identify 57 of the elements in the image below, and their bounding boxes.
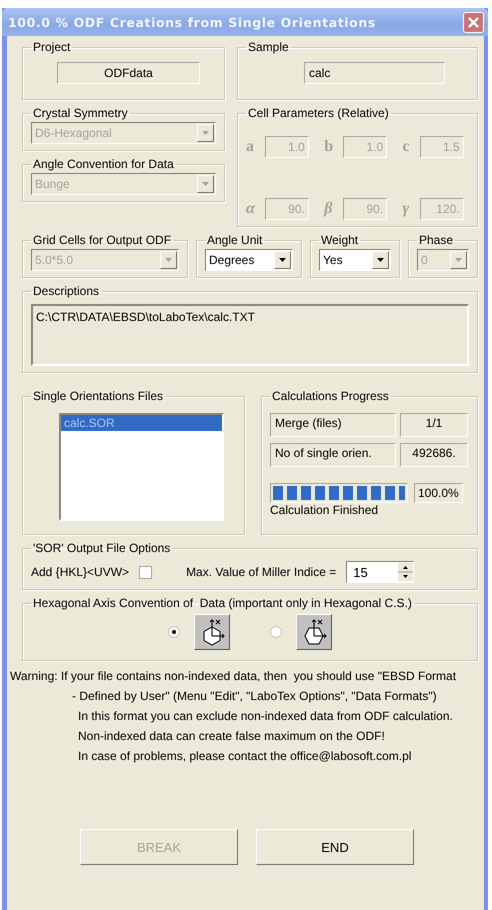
warning-text: Warning: If your file contains non-indexed data, then you should use "EBSD Format: [10, 669, 458, 683]
window-title: 100.0 % ODF Creations from Single Orientations: [8, 14, 376, 30]
parameter-symbol: c: [402, 138, 410, 156]
group-label: Cell Parameters (Relative): [247, 106, 390, 120]
file-list[interactable]: calc.SOR: [59, 413, 224, 521]
group-label: Single Orientations Files: [32, 389, 164, 403]
end-button[interactable]: END: [256, 829, 414, 865]
close-icon: [468, 16, 479, 28]
parameter-symbol: α: [246, 200, 255, 218]
group-label: Descriptions: [32, 284, 100, 298]
close-button[interactable]: [463, 12, 484, 32]
field-label: Max. Value of Miller Indice =: [186, 565, 336, 579]
progress-percent: 100.0%: [414, 483, 463, 503]
checkbox-label: Add {HKL}<UVW>: [31, 565, 130, 579]
caret-icon: [455, 258, 462, 262]
group-label: 'SOR' Output File Options: [32, 541, 172, 555]
group-label: Angle Convention for Data: [32, 157, 175, 171]
dropdown[interactable]: Yes: [319, 249, 391, 271]
axis-option-button[interactable]: [296, 614, 332, 650]
group-label: Crystal Symmetry: [32, 106, 129, 120]
parameter-symbol: β: [324, 200, 334, 218]
group-label: Angle Unit: [206, 233, 264, 247]
file-item[interactable]: calc.SOR: [61, 415, 222, 431]
progress-label: No of single orien.: [270, 443, 396, 467]
parameter-symbol: b: [324, 138, 334, 156]
description-field[interactable]: C:\CTR\DATA\EBSD\toLaboTex\calc.TXT: [31, 304, 469, 366]
group-label: Project: [32, 40, 72, 54]
radio-button[interactable]: [270, 626, 282, 638]
radio-button[interactable]: [168, 626, 180, 638]
group-label: Hexagonal Axis Convention of Data (important only in Hexagonal C.S.): [32, 596, 413, 610]
progress-value: 492686.: [400, 443, 468, 467]
progress-label: Merge (files): [270, 413, 396, 437]
project-field[interactable]: ODFdata: [57, 62, 200, 84]
warning-text: - Defined by User" (Menu "Edit", "LaboTex Options", "Data Formats"): [71, 689, 438, 703]
spin-field[interactable]: 15: [346, 561, 414, 583]
group-label: Weight: [320, 233, 360, 247]
group-label: Sample: [247, 40, 290, 54]
warning-text: In case of problems, please contact the office@labosoft.com.pl: [77, 749, 412, 763]
caret-icon: [377, 258, 384, 262]
checkbox[interactable]: [139, 566, 152, 578]
caret-icon: [279, 258, 286, 262]
caret-icon: [165, 258, 172, 262]
status-text: Calculation Finished: [270, 503, 378, 517]
parameter-symbol: a: [246, 138, 255, 156]
warning-text: Non-indexed data can create false maximum on the ODF!: [77, 729, 386, 743]
progress-value: 1/1: [400, 413, 468, 437]
parameter-symbol: γ: [402, 200, 410, 218]
group-label: Phase: [418, 233, 454, 247]
group-label: Calculations Progress: [271, 389, 390, 403]
axis-option-button[interactable]: [194, 614, 230, 650]
caret-icon: [202, 131, 209, 135]
sample-field[interactable]: calc: [304, 62, 445, 84]
group-label: Grid Cells for Output ODF: [32, 233, 172, 247]
dropdown[interactable]: Degrees: [205, 249, 293, 271]
caret-icon: [202, 182, 209, 186]
spinner-arrows-icon: [398, 563, 414, 581]
warning-text: In this format you can exclude non-indexed data from ODF calculation.: [77, 709, 454, 723]
